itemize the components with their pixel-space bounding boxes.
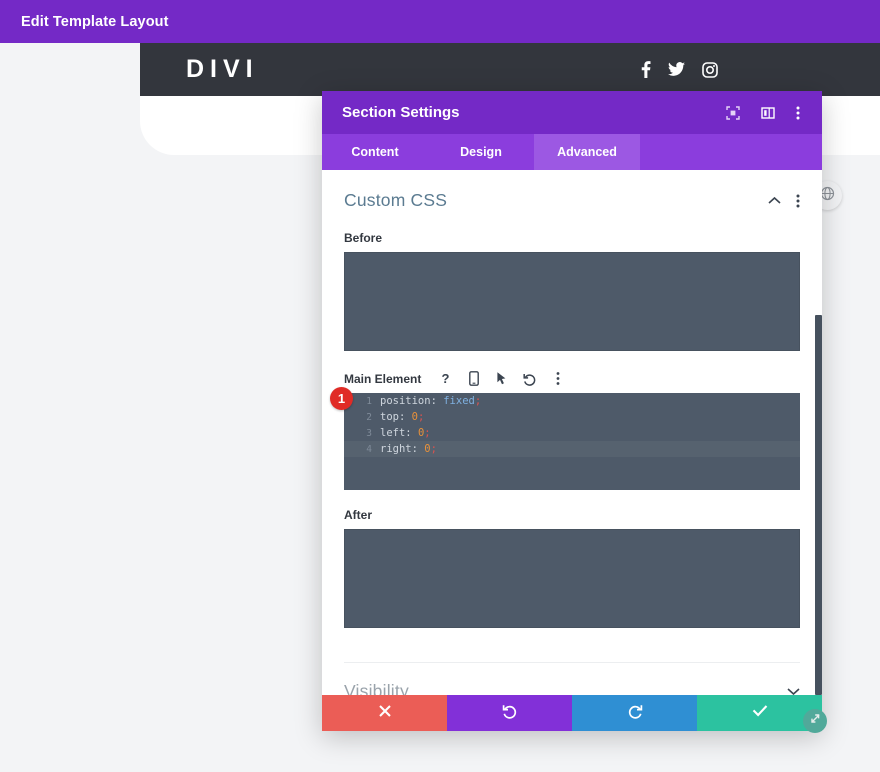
- main-element-label: Main Element: [344, 371, 422, 386]
- section-settings-modal: Section Settings Content Design Advanced…: [322, 91, 822, 731]
- globe-icon: [820, 186, 835, 206]
- modal-body: Custom CSS Before Main Element ? 1 1 pos…: [322, 170, 822, 695]
- step-badge: 1: [330, 387, 353, 410]
- modal-header-icon-group: [726, 105, 800, 121]
- mobile-icon[interactable]: [466, 371, 481, 386]
- css-value: fixed: [443, 395, 475, 407]
- before-css-textarea[interactable]: [344, 252, 800, 351]
- modal-title: Section Settings: [342, 104, 460, 121]
- code-line[interactable]: 3 left: 0;: [344, 425, 800, 441]
- redo-button[interactable]: [572, 695, 697, 731]
- close-icon: [378, 704, 392, 723]
- code-line[interactable]: 4 right: 0;: [344, 441, 800, 457]
- check-icon: [752, 704, 768, 722]
- custom-css-title: Custom CSS: [344, 190, 448, 210]
- chevron-down-icon[interactable]: [787, 687, 800, 695]
- site-header: DIVI: [140, 43, 880, 96]
- visibility-title: Visibility: [344, 681, 409, 695]
- tab-design[interactable]: Design: [428, 134, 534, 170]
- after-field-label: After: [344, 508, 373, 522]
- visibility-section-header[interactable]: Visibility: [344, 663, 800, 695]
- main-element-code-editor[interactable]: 1 1 position: fixed; 2 top: 0; 3 left: 0…: [330, 387, 800, 490]
- code-content: left: 0;: [380, 427, 431, 439]
- tab-content[interactable]: Content: [322, 134, 428, 170]
- modal-scroll-area: Custom CSS Before Main Element ? 1 1 pos…: [322, 170, 822, 695]
- css-property: left: [380, 427, 406, 439]
- css-property: position: [380, 395, 431, 407]
- code-line[interactable]: 2 top: 0;: [344, 409, 800, 425]
- code-content: right: 0;: [380, 443, 437, 455]
- undo-icon[interactable]: [522, 372, 537, 386]
- twitter-icon[interactable]: [668, 62, 685, 77]
- help-icon[interactable]: ?: [438, 371, 453, 386]
- modal-tab-bar: Content Design Advanced: [322, 134, 822, 170]
- code-line[interactable]: 1 position: fixed;: [344, 393, 800, 409]
- line-number: 4: [366, 443, 372, 455]
- modal-header: Section Settings: [322, 91, 822, 134]
- admin-bar: Edit Template Layout: [0, 0, 880, 43]
- css-property: top: [380, 411, 399, 423]
- css-property: right: [380, 443, 412, 455]
- cancel-button[interactable]: [322, 695, 447, 731]
- main-element-row: Main Element ?: [344, 371, 800, 386]
- custom-css-section-header[interactable]: Custom CSS: [344, 170, 800, 213]
- admin-bar-title: Edit Template Layout: [21, 13, 169, 30]
- social-icon-list: [640, 43, 718, 96]
- line-number: 3: [366, 427, 372, 439]
- more-vertical-icon[interactable]: [796, 105, 800, 121]
- redo-icon: [627, 703, 643, 724]
- facebook-icon[interactable]: [640, 61, 651, 78]
- code-content: top: 0;: [380, 411, 425, 423]
- divi-logo: DIVI: [186, 55, 259, 83]
- line-number: 2: [366, 411, 372, 423]
- instagram-icon[interactable]: [702, 61, 718, 78]
- expand-icon[interactable]: [726, 105, 740, 120]
- modal-scrollbar[interactable]: [815, 315, 822, 695]
- resize-diagonal-icon: [809, 712, 822, 730]
- custom-css-header-icons: [768, 193, 800, 209]
- chevron-up-icon[interactable]: [768, 196, 781, 205]
- undo-button[interactable]: [447, 695, 572, 731]
- layout-columns-icon[interactable]: [761, 106, 775, 120]
- before-field-label: Before: [344, 231, 383, 245]
- modal-footer: [322, 695, 822, 731]
- cursor-icon[interactable]: [494, 371, 509, 386]
- svg-text:?: ?: [442, 371, 450, 386]
- modal-resize-handle[interactable]: [803, 709, 827, 733]
- after-css-textarea[interactable]: [344, 529, 800, 628]
- undo-icon: [502, 703, 518, 724]
- more-vertical-icon[interactable]: [796, 193, 800, 209]
- tab-advanced[interactable]: Advanced: [534, 134, 640, 170]
- code-content: position: fixed;: [380, 395, 482, 407]
- more-vertical-icon[interactable]: [550, 371, 565, 386]
